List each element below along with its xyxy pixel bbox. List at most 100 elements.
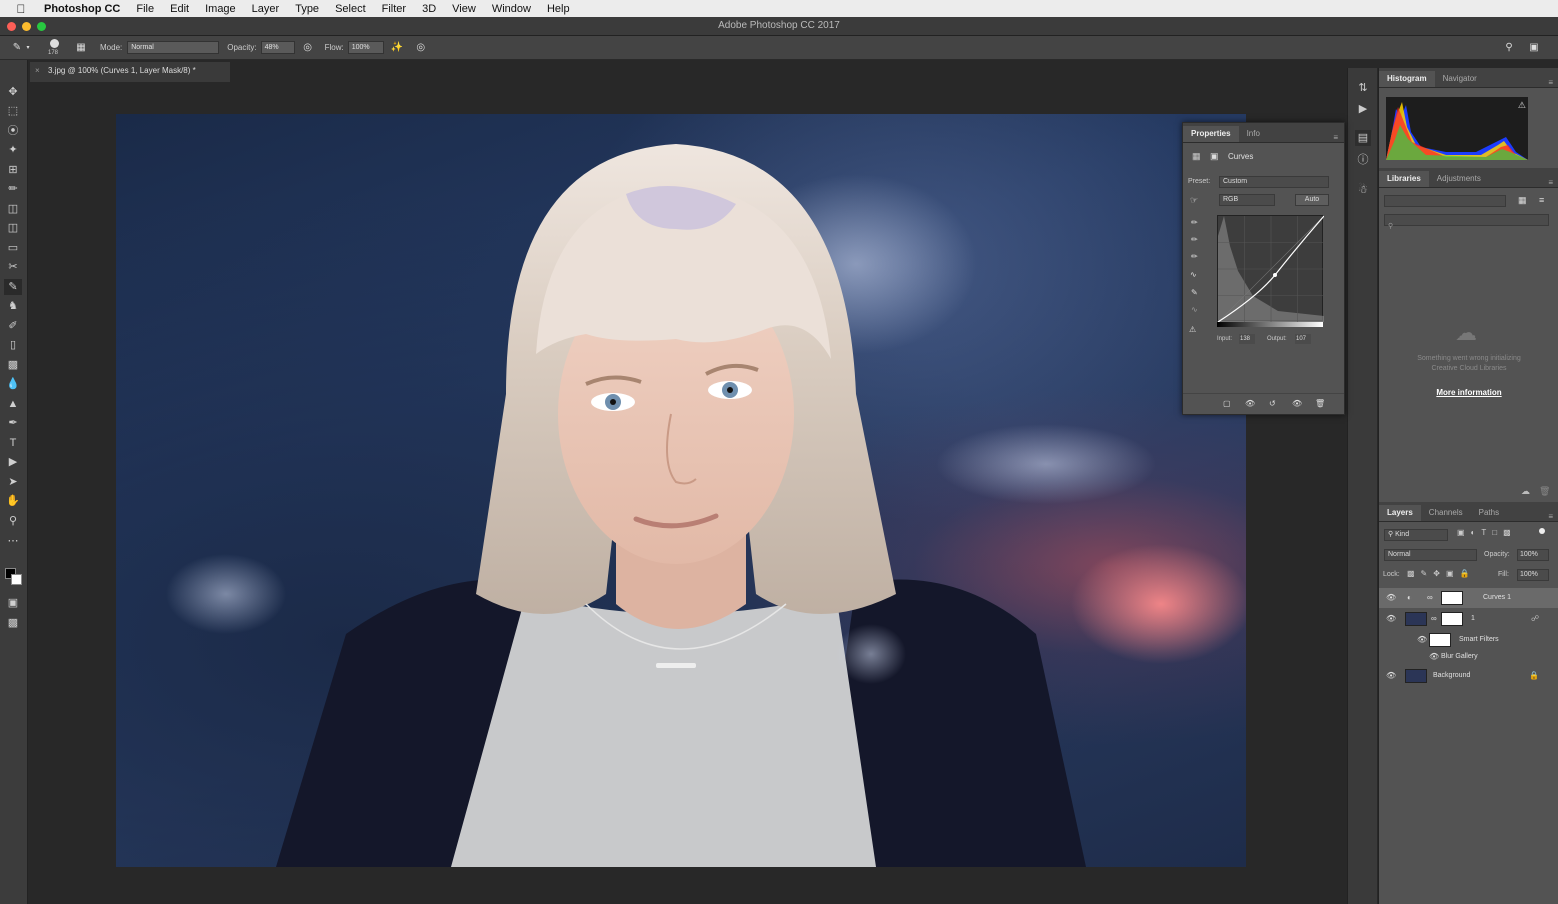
blend-mode-select[interactable]: Normal: [1384, 549, 1477, 561]
search-icon[interactable]: ⚲: [1502, 41, 1516, 55]
marquee-tool-icon[interactable]: ⬚: [4, 103, 22, 119]
reset-icon[interactable]: ↺: [1269, 399, 1276, 408]
layer-filter-select[interactable]: ⚲ Kind: [1384, 529, 1448, 541]
eraser-tool-icon[interactable]: ▯: [4, 337, 22, 353]
brush-panel-icon[interactable]: ▦: [74, 41, 88, 55]
close-icon[interactable]: ×: [35, 66, 40, 75]
clipping-warning-icon[interactable]: ⚠: [1189, 325, 1196, 334]
dodge-tool-icon[interactable]: ▲: [4, 396, 22, 412]
properties-icon[interactable]: ▤: [1355, 130, 1371, 146]
tab-adjustments[interactable]: Adjustments: [1429, 171, 1489, 187]
background-color-swatch[interactable]: [11, 574, 22, 585]
mode-select[interactable]: Normal: [127, 41, 220, 54]
auto-button[interactable]: Auto: [1295, 194, 1329, 206]
layer-filter-icons[interactable]: ▣◐T□▩: [1457, 528, 1517, 537]
more-tools-icon[interactable]: ⋯: [4, 533, 22, 549]
warning-icon[interactable]: ⚠: [1518, 100, 1526, 111]
chevron-down-icon[interactable]: ▾: [24, 41, 32, 55]
curves-graph[interactable]: [1217, 215, 1325, 323]
patch-tool-icon[interactable]: ◫: [4, 220, 22, 236]
curve-points-icon[interactable]: ∿: [1190, 270, 1197, 279]
tab-navigator[interactable]: Navigator: [1435, 71, 1485, 87]
brush-tool-icon[interactable]: ✎: [10, 41, 24, 55]
eyedropper-tool-icon[interactable]: ✏: [4, 181, 22, 197]
app-menu[interactable]: Photoshop CC: [44, 3, 120, 15]
menu-filter[interactable]: Filter: [382, 3, 406, 15]
airbrush-icon[interactable]: ✨: [390, 41, 404, 55]
view-previous-icon[interactable]: 👁: [1245, 399, 1255, 408]
menu-window[interactable]: Window: [492, 3, 531, 15]
trash-icon[interactable]: 🗑: [1315, 399, 1325, 408]
filter-mask-thumbnail[interactable]: [1429, 633, 1451, 647]
menu-help[interactable]: Help: [547, 3, 570, 15]
layer-row-smart-filters[interactable]: 👁 Smart Filters: [1379, 630, 1558, 650]
eye-icon[interactable]: 👁: [1417, 635, 1427, 645]
tab-layers[interactable]: Layers: [1379, 505, 1421, 521]
output-field[interactable]: 107: [1295, 334, 1311, 344]
clip-to-layer-icon[interactable]: ▢: [1223, 399, 1231, 408]
pressure-size-icon[interactable]: ◎: [414, 41, 428, 55]
zoom-tool-icon[interactable]: ⚲: [4, 513, 22, 529]
flow-field[interactable]: 100%: [347, 41, 384, 54]
filter-toggle[interactable]: [1539, 528, 1545, 534]
apple-icon[interactable]: : [12, 2, 30, 16]
menu-image[interactable]: Image: [205, 3, 236, 15]
channel-select[interactable]: RGB: [1219, 194, 1275, 206]
brush-preset-picker[interactable]: 178: [46, 38, 64, 58]
hand-tool-icon[interactable]: ✋: [4, 493, 22, 509]
black-point-eyedropper-icon[interactable]: ✏: [1191, 218, 1198, 227]
eye-icon[interactable]: 👁: [1429, 652, 1439, 662]
fill-field[interactable]: 100%: [1517, 569, 1549, 581]
panel-menu-icon[interactable]: ≡: [1548, 512, 1558, 521]
move-tool-icon[interactable]: ✥: [4, 84, 22, 100]
actions-play-icon[interactable]: ▶: [1355, 101, 1371, 117]
crop-tool-icon[interactable]: ⊞: [4, 162, 22, 178]
gradient-tool-icon[interactable]: ▩: [4, 357, 22, 373]
history-brush-tool-icon[interactable]: ✐: [4, 318, 22, 334]
menu-select[interactable]: Select: [335, 3, 366, 15]
layer-thumbnail[interactable]: [1405, 669, 1427, 683]
screen-mode-icon[interactable]: ▩: [4, 615, 22, 631]
white-point-eyedropper-icon[interactable]: ✏: [1191, 252, 1198, 261]
pencil-icon[interactable]: ✎: [1191, 288, 1198, 297]
menu-view[interactable]: View: [452, 3, 476, 15]
opacity-field[interactable]: 48%: [260, 41, 295, 54]
scissors-icon[interactable]: ✂: [4, 259, 22, 275]
library-search-input[interactable]: ⚲: [1384, 214, 1549, 230]
eye-icon[interactable]: 👁: [1386, 593, 1396, 603]
visibility-eye-icon[interactable]: 👁: [1292, 399, 1302, 408]
layer-mask-thumbnail[interactable]: [1441, 612, 1463, 626]
layer-mask-thumbnail[interactable]: [1441, 591, 1463, 605]
smooth-icon[interactable]: ∿: [1191, 305, 1198, 314]
layer-opacity-field[interactable]: 100%: [1517, 549, 1549, 561]
menu-type[interactable]: Type: [295, 3, 319, 15]
lock-icons[interactable]: ▩✎✥▣🔒: [1407, 569, 1475, 578]
tab-properties[interactable]: Properties: [1183, 126, 1239, 142]
list-view-icon[interactable]: ≡: [1539, 195, 1544, 205]
layer-thumbnail[interactable]: [1405, 612, 1427, 626]
panel-menu-icon[interactable]: ≡: [1548, 178, 1558, 187]
menu-file[interactable]: File: [136, 3, 154, 15]
healing-tool-icon[interactable]: ◫: [4, 201, 22, 217]
panel-menu-icon[interactable]: ≡: [1548, 78, 1558, 87]
library-select[interactable]: [1384, 195, 1506, 207]
preset-select[interactable]: Custom: [1219, 176, 1329, 188]
more-information-link[interactable]: More information: [1379, 388, 1558, 397]
menu-3d[interactable]: 3D: [422, 3, 436, 15]
layer-row-background[interactable]: 👁 Background 🔒: [1379, 666, 1558, 686]
pressure-opacity-icon[interactable]: ◎: [301, 41, 315, 55]
menu-edit[interactable]: Edit: [170, 3, 189, 15]
character-icon[interactable]: ☃: [1355, 182, 1371, 198]
mask-icon[interactable]: ▣: [1210, 151, 1219, 162]
workspace-icon[interactable]: ▣: [1527, 41, 1541, 55]
pen-tool-icon[interactable]: ✒: [4, 415, 22, 431]
eye-icon[interactable]: 👁: [1386, 671, 1396, 681]
eraser-shape-icon[interactable]: ▭: [4, 240, 22, 256]
gray-point-eyedropper-icon[interactable]: ✏: [1191, 235, 1198, 244]
tab-libraries[interactable]: Libraries: [1379, 171, 1429, 187]
tab-paths[interactable]: Paths: [1471, 505, 1507, 521]
layer-row-curves[interactable]: 👁 ◐ ∞ Curves 1: [1379, 588, 1558, 608]
document-tab[interactable]: × 3.jpg @ 100% (Curves 1, Layer Mask/8) …: [30, 62, 230, 82]
input-field[interactable]: 138: [1239, 334, 1255, 344]
info-icon[interactable]: ⓘ: [1355, 152, 1371, 168]
